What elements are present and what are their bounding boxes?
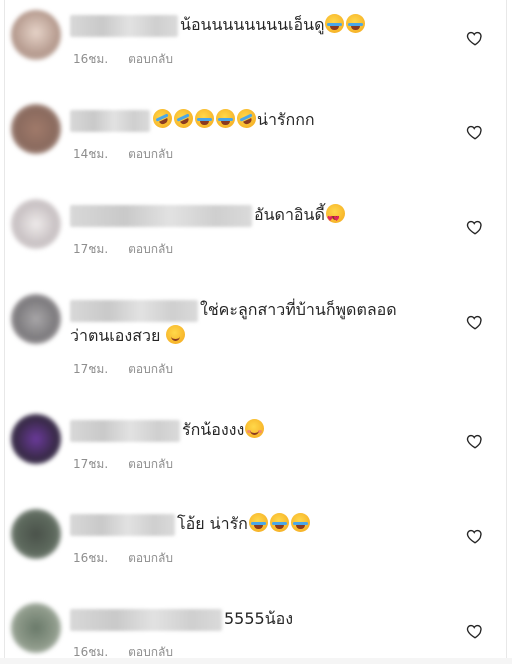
relieved-face-icon [245, 419, 265, 438]
comment-text: โอ้ย น่ารัก [177, 514, 248, 533]
heart-outline-icon[interactable] [466, 29, 484, 47]
username-blurred[interactable] [70, 299, 198, 322]
reply-button[interactable]: ตอบกลับ [128, 52, 173, 66]
username-blurred[interactable] [70, 204, 252, 227]
comment-text-line: 5555น้อง [70, 606, 293, 632]
rolling-on-floor-laughing-icon [170, 105, 197, 132]
comment-text-line: อันดาอินดี้ [70, 202, 346, 232]
comment-time: 17ชม. [73, 457, 109, 471]
comment-text: 5555น้อง [224, 609, 294, 628]
heart-outline-icon[interactable] [466, 622, 484, 640]
comment-text-line-2: ว่าตนเองสวย [70, 323, 186, 349]
avatar[interactable] [11, 10, 61, 60]
comment-text-line: ใช่คะลูกสาวที่บ้านก็พูดตลอด [70, 297, 397, 323]
reply-button[interactable]: ตอบกลับ [128, 242, 173, 256]
comment-text-2: ว่าตนเองสวย [70, 326, 161, 345]
face-with-tears-of-joy-icon [346, 14, 366, 33]
avatar[interactable] [11, 199, 61, 249]
avatar[interactable] [11, 104, 61, 154]
heart-outline-icon[interactable] [466, 313, 484, 331]
avatar[interactable] [11, 294, 61, 344]
rolling-on-floor-laughing-icon [149, 105, 176, 132]
comment-text-line: รักน้องงง [70, 417, 265, 443]
comment-text-line: น้อนนนนนนนนเอ็นดู [70, 12, 366, 38]
reply-button[interactable]: ตอบกลับ [128, 457, 173, 471]
face-with-tears-of-joy-icon [269, 513, 289, 532]
comment-text: รักน้องงง [182, 420, 245, 439]
face-with-tears-of-joy-icon [290, 513, 310, 532]
comment-meta: 16ชม. ตอบกลับ [73, 50, 173, 69]
comment-text: น้อนนนนนนนนเอ็นดู [180, 15, 325, 34]
face-with-tears-of-joy-icon [248, 513, 268, 532]
comment-text: น่ารักกก [257, 110, 315, 129]
comment-time: 16ชม. [73, 645, 109, 659]
comment-time: 16ชม. [73, 551, 109, 565]
username-blurred[interactable] [70, 109, 150, 132]
heart-outline-icon[interactable] [466, 123, 484, 141]
avatar[interactable] [11, 603, 61, 653]
comment-time: 14ชม. [73, 147, 109, 161]
username-blurred[interactable] [70, 608, 222, 631]
comment-meta: 17ชม. ตอบกลับ [73, 360, 173, 379]
comment-text: อันดาอินดี้ [254, 205, 325, 224]
face-with-tears-of-joy-icon [325, 14, 345, 33]
username-blurred[interactable] [70, 419, 180, 442]
smiling-face-with-heart-eyes-icon [325, 204, 345, 232]
comment-text-line: โอ้ย น่ารัก [70, 511, 311, 537]
comment-meta: 17ชม. ตอบกลับ [73, 455, 173, 474]
comment-time: 17ชม. [73, 242, 109, 256]
username-blurred[interactable] [70, 513, 175, 536]
avatar[interactable] [11, 414, 61, 464]
reply-button[interactable]: ตอบกลับ [128, 147, 173, 161]
rolling-on-floor-laughing-icon [233, 105, 260, 132]
username-blurred[interactable] [70, 14, 178, 37]
face-with-tears-of-joy-icon [195, 109, 214, 128]
comment-meta: 17ชม. ตอบกลับ [73, 240, 173, 259]
comment-text-line: น่ารักกก [70, 105, 315, 133]
reply-button[interactable]: ตอบกลับ [128, 551, 173, 565]
smiling-face-icon [166, 325, 186, 344]
heart-outline-icon[interactable] [466, 218, 484, 236]
heart-outline-icon[interactable] [466, 432, 484, 450]
avatar[interactable] [11, 509, 61, 559]
reply-button[interactable]: ตอบกลับ [128, 362, 173, 376]
panel-bottom-edge [0, 658, 512, 664]
comment-text: ใช่คะลูกสาวที่บ้านก็พูดตลอด [200, 300, 397, 319]
comment-meta: 16ชม. ตอบกลับ [73, 549, 173, 568]
face-with-tears-of-joy-icon [216, 109, 235, 128]
comment-time: 17ชม. [73, 362, 109, 376]
comment-time: 16ชม. [73, 52, 109, 66]
heart-outline-icon[interactable] [466, 527, 484, 545]
reply-button[interactable]: ตอบกลับ [128, 645, 173, 659]
comment-meta: 14ชม. ตอบกลับ [73, 145, 173, 164]
